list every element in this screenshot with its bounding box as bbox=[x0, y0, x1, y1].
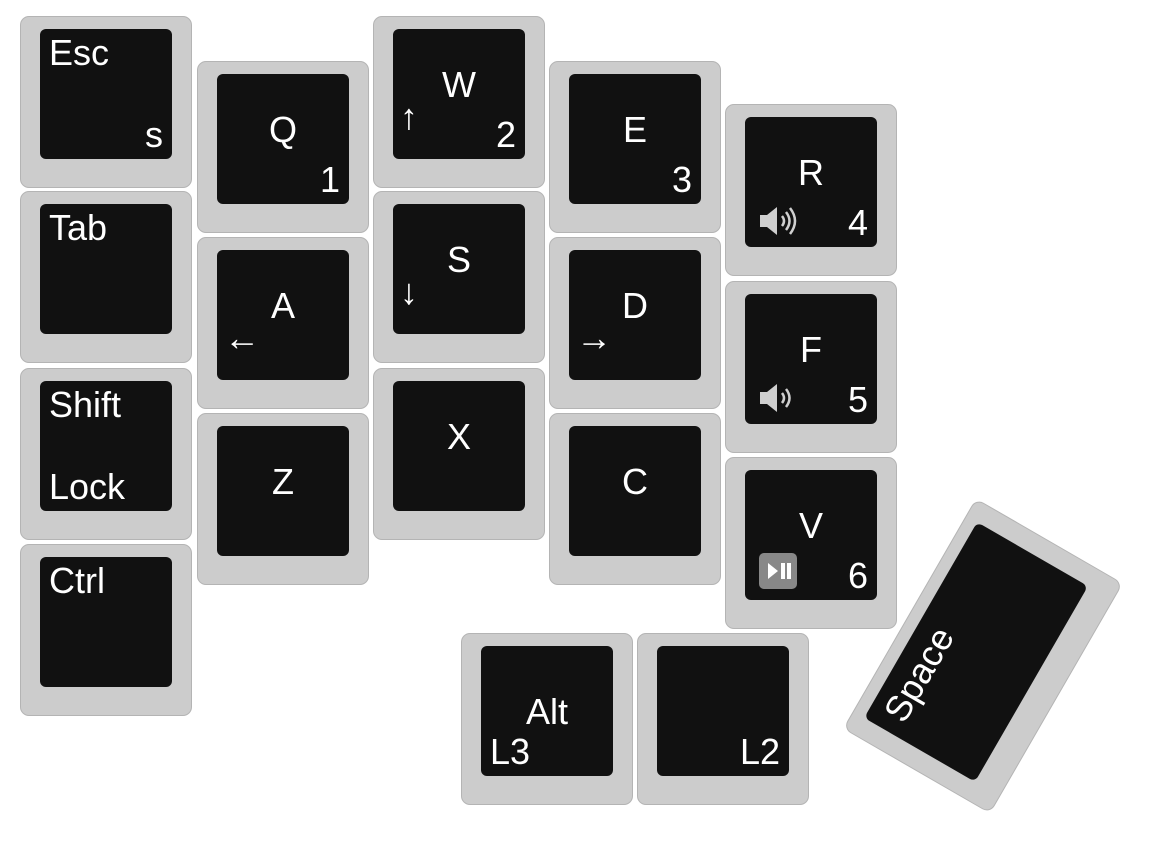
legend-bottom-right: s bbox=[145, 114, 163, 155]
legend-top-left: Esc bbox=[49, 32, 110, 73]
key-e[interactable]: E 3 bbox=[549, 61, 721, 233]
play-pause-icon bbox=[759, 553, 797, 589]
key-l2[interactable]: L2 bbox=[637, 633, 809, 805]
keycap: X bbox=[393, 381, 525, 511]
keycap: L2 bbox=[657, 646, 789, 776]
legend-center: Z bbox=[272, 461, 294, 502]
volume-up-icon bbox=[760, 207, 797, 235]
keycap: Ctrl bbox=[40, 557, 172, 687]
legend-bottom-left: Lock bbox=[49, 466, 126, 507]
key-a[interactable]: A ← bbox=[197, 237, 369, 409]
legend-bottom-right: 2 bbox=[495, 114, 516, 155]
key-alt[interactable]: Alt L3 bbox=[461, 633, 633, 805]
legend-bottom-right: 5 bbox=[847, 379, 868, 420]
legend-arrow: → bbox=[576, 317, 612, 358]
keycap: D → bbox=[569, 250, 701, 380]
legend-bottom-left: L3 bbox=[490, 731, 531, 772]
key-r[interactable]: R 4 bbox=[725, 104, 897, 276]
legend-center: C bbox=[622, 461, 648, 502]
key-d[interactable]: D → bbox=[549, 237, 721, 409]
legend-top-left: Space bbox=[875, 619, 963, 729]
key-ctrl[interactable]: Ctrl bbox=[20, 544, 192, 716]
key-space[interactable]: Space bbox=[842, 498, 1124, 814]
keycap: Alt L3 bbox=[481, 646, 613, 776]
legend-center: X bbox=[446, 416, 471, 457]
keycap: Tab bbox=[40, 204, 172, 334]
keycap: Q 1 bbox=[217, 74, 349, 204]
key-shift-lock[interactable]: Shift Lock bbox=[20, 368, 192, 540]
legend-center: Q bbox=[268, 109, 297, 150]
key-esc[interactable]: Esc s bbox=[20, 16, 192, 188]
keycap: W 2 ↑ bbox=[393, 29, 525, 159]
keycap: Space bbox=[864, 522, 1088, 782]
keycap: A ← bbox=[217, 250, 349, 380]
keycap: C bbox=[569, 426, 701, 556]
legend-center: E bbox=[622, 109, 647, 150]
legend-bottom-right: 1 bbox=[319, 159, 340, 200]
legend-arrow: ← bbox=[224, 317, 260, 358]
space-key-area: Space bbox=[842, 496, 1124, 814]
key-w[interactable]: W 2 ↑ bbox=[373, 16, 545, 188]
key-tab[interactable]: Tab bbox=[20, 191, 192, 363]
keyboard-layout: Esc s Tab Shift Lock Ctrl Q 1 A ← Z W 2 … bbox=[0, 0, 1165, 868]
legend-bottom-right: 3 bbox=[671, 159, 692, 200]
legend-top-left: Ctrl bbox=[49, 560, 105, 601]
keycap: S ↓ bbox=[393, 204, 525, 334]
keycap: Shift Lock bbox=[40, 381, 172, 511]
key-q[interactable]: Q 1 bbox=[197, 61, 369, 233]
key-c[interactable]: C bbox=[549, 413, 721, 585]
key-z[interactable]: Z bbox=[197, 413, 369, 585]
key-s[interactable]: S ↓ bbox=[373, 191, 545, 363]
keycap: Esc s bbox=[40, 29, 172, 159]
legend-top-left: Tab bbox=[49, 207, 108, 248]
legend-center: F bbox=[800, 329, 822, 370]
keycap: R 4 bbox=[745, 117, 877, 247]
volume-down-icon bbox=[760, 384, 791, 412]
legend-center: Alt bbox=[525, 691, 568, 732]
legend-center: R bbox=[798, 152, 824, 193]
keycap: Z bbox=[217, 426, 349, 556]
key-x[interactable]: X bbox=[373, 368, 545, 540]
legend-top-left: Shift bbox=[49, 384, 122, 425]
legend-bottom-right: 4 bbox=[847, 202, 868, 243]
keycap: E 3 bbox=[569, 74, 701, 204]
keycap: F 5 bbox=[745, 294, 877, 424]
legend-arrow: ↓ bbox=[400, 271, 418, 312]
legend-bottom-right: L2 bbox=[739, 731, 780, 772]
key-f[interactable]: F 5 bbox=[725, 281, 897, 453]
legend-arrow: ↑ bbox=[400, 96, 418, 137]
